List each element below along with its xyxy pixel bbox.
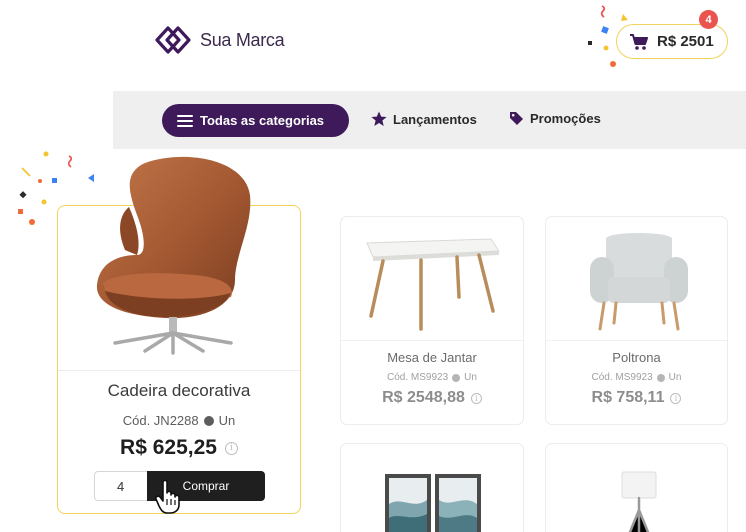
info-icon[interactable]: i	[224, 441, 238, 455]
quantity-input[interactable]: 4	[94, 471, 148, 501]
cart-button[interactable]: R$ 2501	[616, 24, 728, 59]
logo-icon	[155, 26, 191, 54]
egg-chair-image	[96, 156, 251, 355]
product-price-value: R$ 758,11	[591, 389, 665, 406]
product-card-mesa[interactable]: Mesa de Jantar Cód. MS9923 Un R$ 2548,88…	[340, 216, 524, 425]
tag-icon	[510, 112, 523, 125]
product-price: R$ 625,25 i	[58, 436, 300, 460]
product-card-poltrona[interactable]: Poltrona Cód. MS9923 Un R$ 758,11 i	[545, 216, 728, 425]
nav-launches-label: Lançamentos	[393, 111, 477, 127]
unit-dot	[203, 415, 214, 426]
all-categories-label: Todas as categorias	[200, 113, 325, 128]
product-price: R$ 758,11 i	[546, 389, 727, 407]
floor-lamp-image	[621, 471, 657, 532]
card-divider	[341, 340, 523, 341]
info-icon[interactable]: i	[670, 392, 682, 404]
product-unit: Un	[464, 372, 477, 383]
product-name: Poltrona	[612, 350, 661, 365]
star-icon	[371, 111, 387, 126]
product-code-text: Cód. MS9923	[387, 372, 449, 383]
category-navbar: Todas as categorias Lançamentos Promoçõe…	[113, 91, 746, 149]
product-card-quadros[interactable]	[340, 443, 524, 532]
product-price-value: R$ 2548,88	[382, 389, 465, 406]
product-code: Cód. JN2288 Un	[58, 413, 300, 428]
unit-dot	[656, 373, 665, 382]
card-divider	[546, 340, 727, 341]
unit-dot	[452, 373, 461, 382]
armchair-image	[590, 233, 688, 331]
card-divider	[58, 370, 300, 371]
product-code: Cód. MS9923 Un	[546, 372, 727, 383]
pointer-cursor-icon	[155, 479, 180, 514]
all-categories-button[interactable]: Todas as categorias	[162, 104, 349, 137]
cart-count-badge: 4	[699, 10, 718, 29]
product-name: Mesa de Jantar	[387, 350, 477, 365]
product-code-text: Cód. JN2288	[122, 413, 199, 428]
product-unit: Un	[218, 413, 236, 428]
brand-logo[interactable]: Sua Marca	[155, 26, 285, 54]
product-unit: Un	[668, 372, 682, 383]
product-name: Cadeira decorativa	[107, 381, 251, 400]
info-icon[interactable]: i	[470, 392, 482, 404]
wall-art-image	[385, 474, 481, 532]
nav-launches-link[interactable]: Lançamentos	[371, 111, 477, 127]
dining-table-image	[366, 238, 500, 331]
cart-icon	[630, 33, 648, 50]
nav-promotions-link[interactable]: Promoções	[509, 111, 601, 126]
product-code: Cód. MS9923 Un	[341, 372, 523, 383]
menu-icon	[177, 114, 193, 127]
product-price-value: R$ 625,25	[120, 436, 217, 459]
product-price: R$ 2548,88 i	[341, 389, 523, 407]
product-card-luminaria[interactable]	[545, 443, 728, 532]
brand-name: Sua Marca	[200, 29, 285, 50]
product-code-text: Cód. MS9923	[591, 372, 653, 383]
cart-total: R$ 2501	[657, 33, 714, 50]
nav-promotions-label: Promoções	[530, 111, 601, 126]
